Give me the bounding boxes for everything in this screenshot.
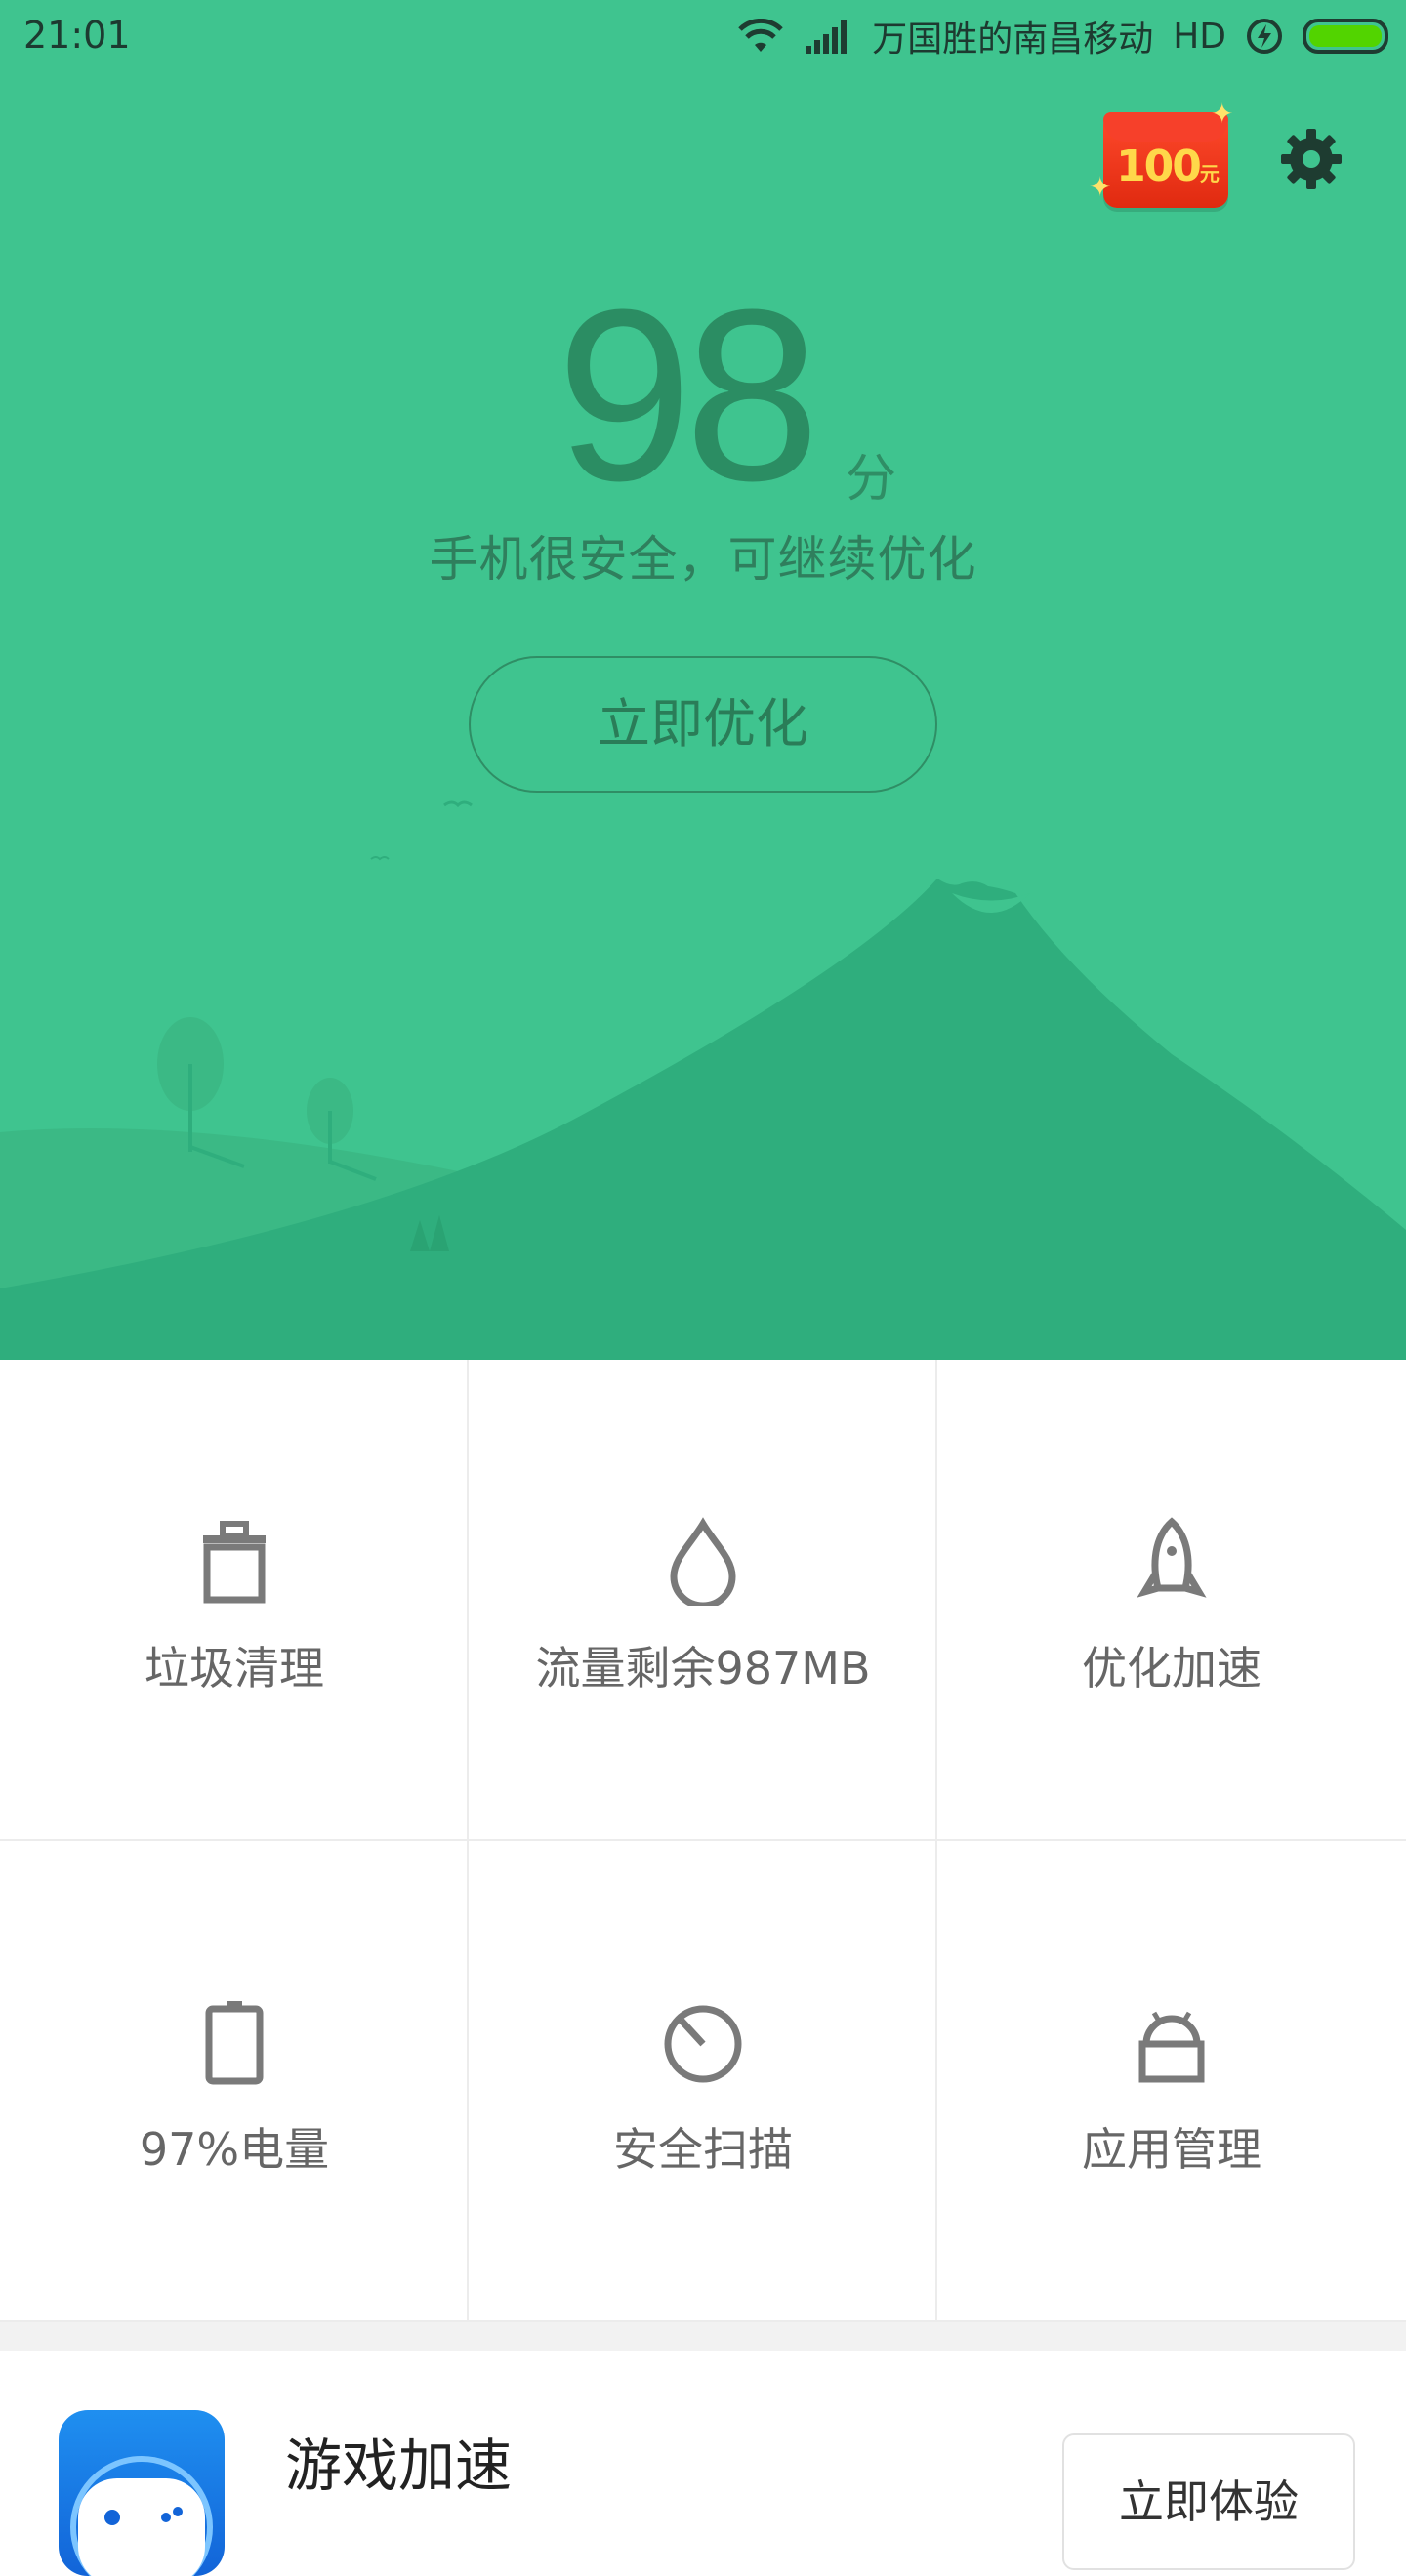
red-packet-amount: 100元	[1116, 142, 1220, 191]
gamepad-icon	[59, 2410, 225, 2576]
tile-data-remaining[interactable]: 流量剩余987MB	[469, 1360, 937, 1841]
battery-indicator	[1303, 19, 1388, 54]
tile-label: 安全扫描	[613, 2123, 793, 2176]
security-score: 98	[557, 259, 820, 531]
signal-icon	[806, 20, 848, 54]
battery-icon	[205, 2001, 264, 2085]
rocket-icon	[1137, 1517, 1207, 1598]
hero-section: 21:01 万国胜的南昌移动 HD 100元 ✦ ✦ 98 分 手机很安全，可继…	[0, 0, 1406, 1360]
data-drop-icon	[670, 1517, 736, 1606]
wifi-icon	[738, 19, 783, 52]
tile-label: 优化加速	[1082, 1642, 1261, 1695]
tile-battery[interactable]: 97%电量	[0, 1841, 469, 2322]
tile-security-scan[interactable]: 安全扫描	[469, 1841, 937, 2322]
promo-title: 游戏加速	[285, 2433, 513, 2499]
android-app-icon	[1138, 2011, 1205, 2083]
game-boost-promo[interactable]: 游戏加速 立即体验	[0, 2351, 1406, 2576]
status-bar: 21:01 万国胜的南昌移动 HD	[0, 0, 1406, 73]
section-divider	[0, 2322, 1406, 2351]
security-scan-icon	[664, 2005, 742, 2083]
tile-junk-clean[interactable]: 垃圾清理	[0, 1360, 469, 1841]
tile-speed-up[interactable]: 优化加速	[937, 1360, 1406, 1841]
charging-icon	[1247, 19, 1282, 54]
tile-label: 流量剩余987MB	[535, 1642, 871, 1695]
trash-icon	[203, 1521, 266, 1604]
tile-label: 97%电量	[139, 2123, 330, 2176]
red-packet-button[interactable]: 100元	[1103, 112, 1228, 208]
status-time: 21:01	[23, 14, 131, 57]
sparkle-icon: ✦	[1211, 98, 1234, 130]
landscape-illustration	[0, 800, 1406, 1360]
settings-gear-icon[interactable]	[1279, 127, 1344, 191]
feature-grid: 垃圾清理 流量剩余987MB 优化加速 97%电量 安全扫描 应用管理	[0, 1360, 1406, 2322]
tile-label: 垃圾清理	[145, 1642, 324, 1695]
network-type: HD	[1173, 16, 1226, 57]
sparkle-icon: ✦	[1089, 171, 1112, 203]
status-indicators: 万国胜的南昌移动 HD	[737, 12, 1388, 61]
red-packet-unit: 元	[1199, 162, 1220, 185]
score-panel: 98 分	[0, 273, 1406, 517]
carrier-name: 万国胜的南昌移动	[872, 20, 1154, 60]
tile-app-manager[interactable]: 应用管理	[937, 1841, 1406, 2322]
score-status-text: 手机很安全，可继续优化	[429, 531, 977, 588]
try-now-button[interactable]: 立即体验	[1062, 2433, 1355, 2570]
optimize-now-button[interactable]: 立即优化	[469, 656, 937, 793]
tile-label: 应用管理	[1082, 2123, 1261, 2176]
score-unit: 分	[846, 450, 897, 509]
